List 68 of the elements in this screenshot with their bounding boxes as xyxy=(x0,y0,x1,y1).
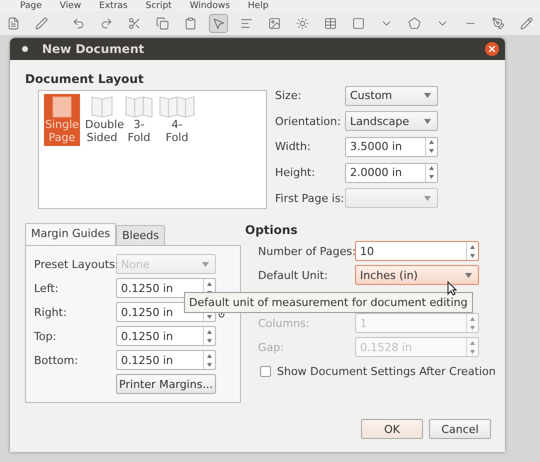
field-label: Height: xyxy=(275,166,316,180)
page-layout-icon xyxy=(91,96,113,118)
window-menu-icon[interactable] xyxy=(22,46,28,52)
checkbox[interactable] xyxy=(260,366,271,377)
menu-item[interactable]: Page xyxy=(20,0,42,10)
dropdown-arrow-icon xyxy=(424,93,431,98)
page-layout-icon xyxy=(52,96,72,118)
field-label: Size: xyxy=(275,89,302,102)
field-label: Default Unit: xyxy=(258,268,329,282)
up-arrow-icon[interactable] xyxy=(429,140,434,144)
spin-field[interactable]: 0.1250 in xyxy=(116,278,216,298)
down-arrow-icon[interactable] xyxy=(429,175,434,180)
mouse-cursor-icon xyxy=(447,281,457,296)
menu-item[interactable]: Script xyxy=(146,0,172,10)
menu-item[interactable]: Extras xyxy=(99,0,128,10)
menu-item[interactable]: View xyxy=(60,0,82,10)
dropdown-arrow-icon xyxy=(465,272,472,278)
close-button[interactable] xyxy=(485,42,499,56)
down-arrow-icon[interactable] xyxy=(470,254,475,258)
up-arrow-icon[interactable] xyxy=(207,282,212,286)
menu-item[interactable]: Windows xyxy=(190,0,230,10)
dropdown-arrow-icon xyxy=(424,118,431,124)
dropdown[interactable]: Inches (in) xyxy=(355,265,479,285)
field-label: Preset Layouts: xyxy=(34,258,116,270)
ok-button[interactable]: OK xyxy=(361,419,423,439)
page-layout-icon xyxy=(159,96,195,118)
section-heading: Options xyxy=(245,223,299,237)
field-label: Orientation: xyxy=(275,114,342,128)
down-arrow-icon[interactable] xyxy=(207,338,212,342)
tab[interactable]: Margin Guides xyxy=(25,223,116,245)
down-arrow-icon[interactable] xyxy=(207,362,212,366)
up-arrow-icon[interactable] xyxy=(470,244,475,248)
down-arrow-icon[interactable] xyxy=(429,149,434,154)
field-label: Left: xyxy=(34,282,60,294)
spin-field[interactable]: 10 xyxy=(355,241,479,261)
tooltip: Default unit of measurement for document editing xyxy=(184,292,473,313)
up-arrow-icon[interactable] xyxy=(429,166,434,170)
up-arrow-icon[interactable] xyxy=(207,330,212,334)
close-icon xyxy=(489,46,495,52)
dropdown[interactable]: Custom xyxy=(345,86,438,106)
cancel-button[interactable]: Cancel xyxy=(429,419,491,439)
layout-option[interactable]: 4-Fold xyxy=(158,94,196,146)
down-arrow-icon[interactable] xyxy=(207,314,212,318)
field-label: Width: xyxy=(275,140,312,154)
spin-field[interactable]: 3.5000 in xyxy=(345,136,438,157)
layout-option[interactable]: 3-Fold xyxy=(124,94,154,146)
menu-item[interactable]: Help xyxy=(248,0,268,10)
section-heading: Document Layout xyxy=(25,72,145,86)
field-label: Gap: xyxy=(258,340,285,354)
dropdown[interactable]: Landscape xyxy=(345,111,438,132)
field-label: Bottom: xyxy=(34,354,80,366)
checkbox-label: Show Document Settings After Creation xyxy=(277,365,496,378)
spin-field[interactable]: 0.1250 in xyxy=(116,350,216,370)
spin-field[interactable]: 2.0000 in xyxy=(345,162,438,183)
tab[interactable]: Bleeds xyxy=(116,225,165,245)
spin-field[interactable]: 0.1250 in xyxy=(116,326,216,346)
field-label: Number of Pages: xyxy=(258,244,355,258)
page-layout-icon xyxy=(125,96,153,118)
printer-margins-button[interactable]: Printer Margins... xyxy=(116,374,216,394)
up-arrow-icon[interactable] xyxy=(207,354,212,358)
dropdown-arrow-icon xyxy=(202,262,209,266)
pointer-icon[interactable] xyxy=(209,14,228,32)
field-label: First Page is: xyxy=(275,192,345,205)
field-label: Columns: xyxy=(258,316,311,330)
field-label: Top: xyxy=(34,330,58,342)
window-title: New Document xyxy=(42,42,146,56)
field-label: Right: xyxy=(34,306,68,318)
dropdown-arrow-icon xyxy=(424,196,431,201)
